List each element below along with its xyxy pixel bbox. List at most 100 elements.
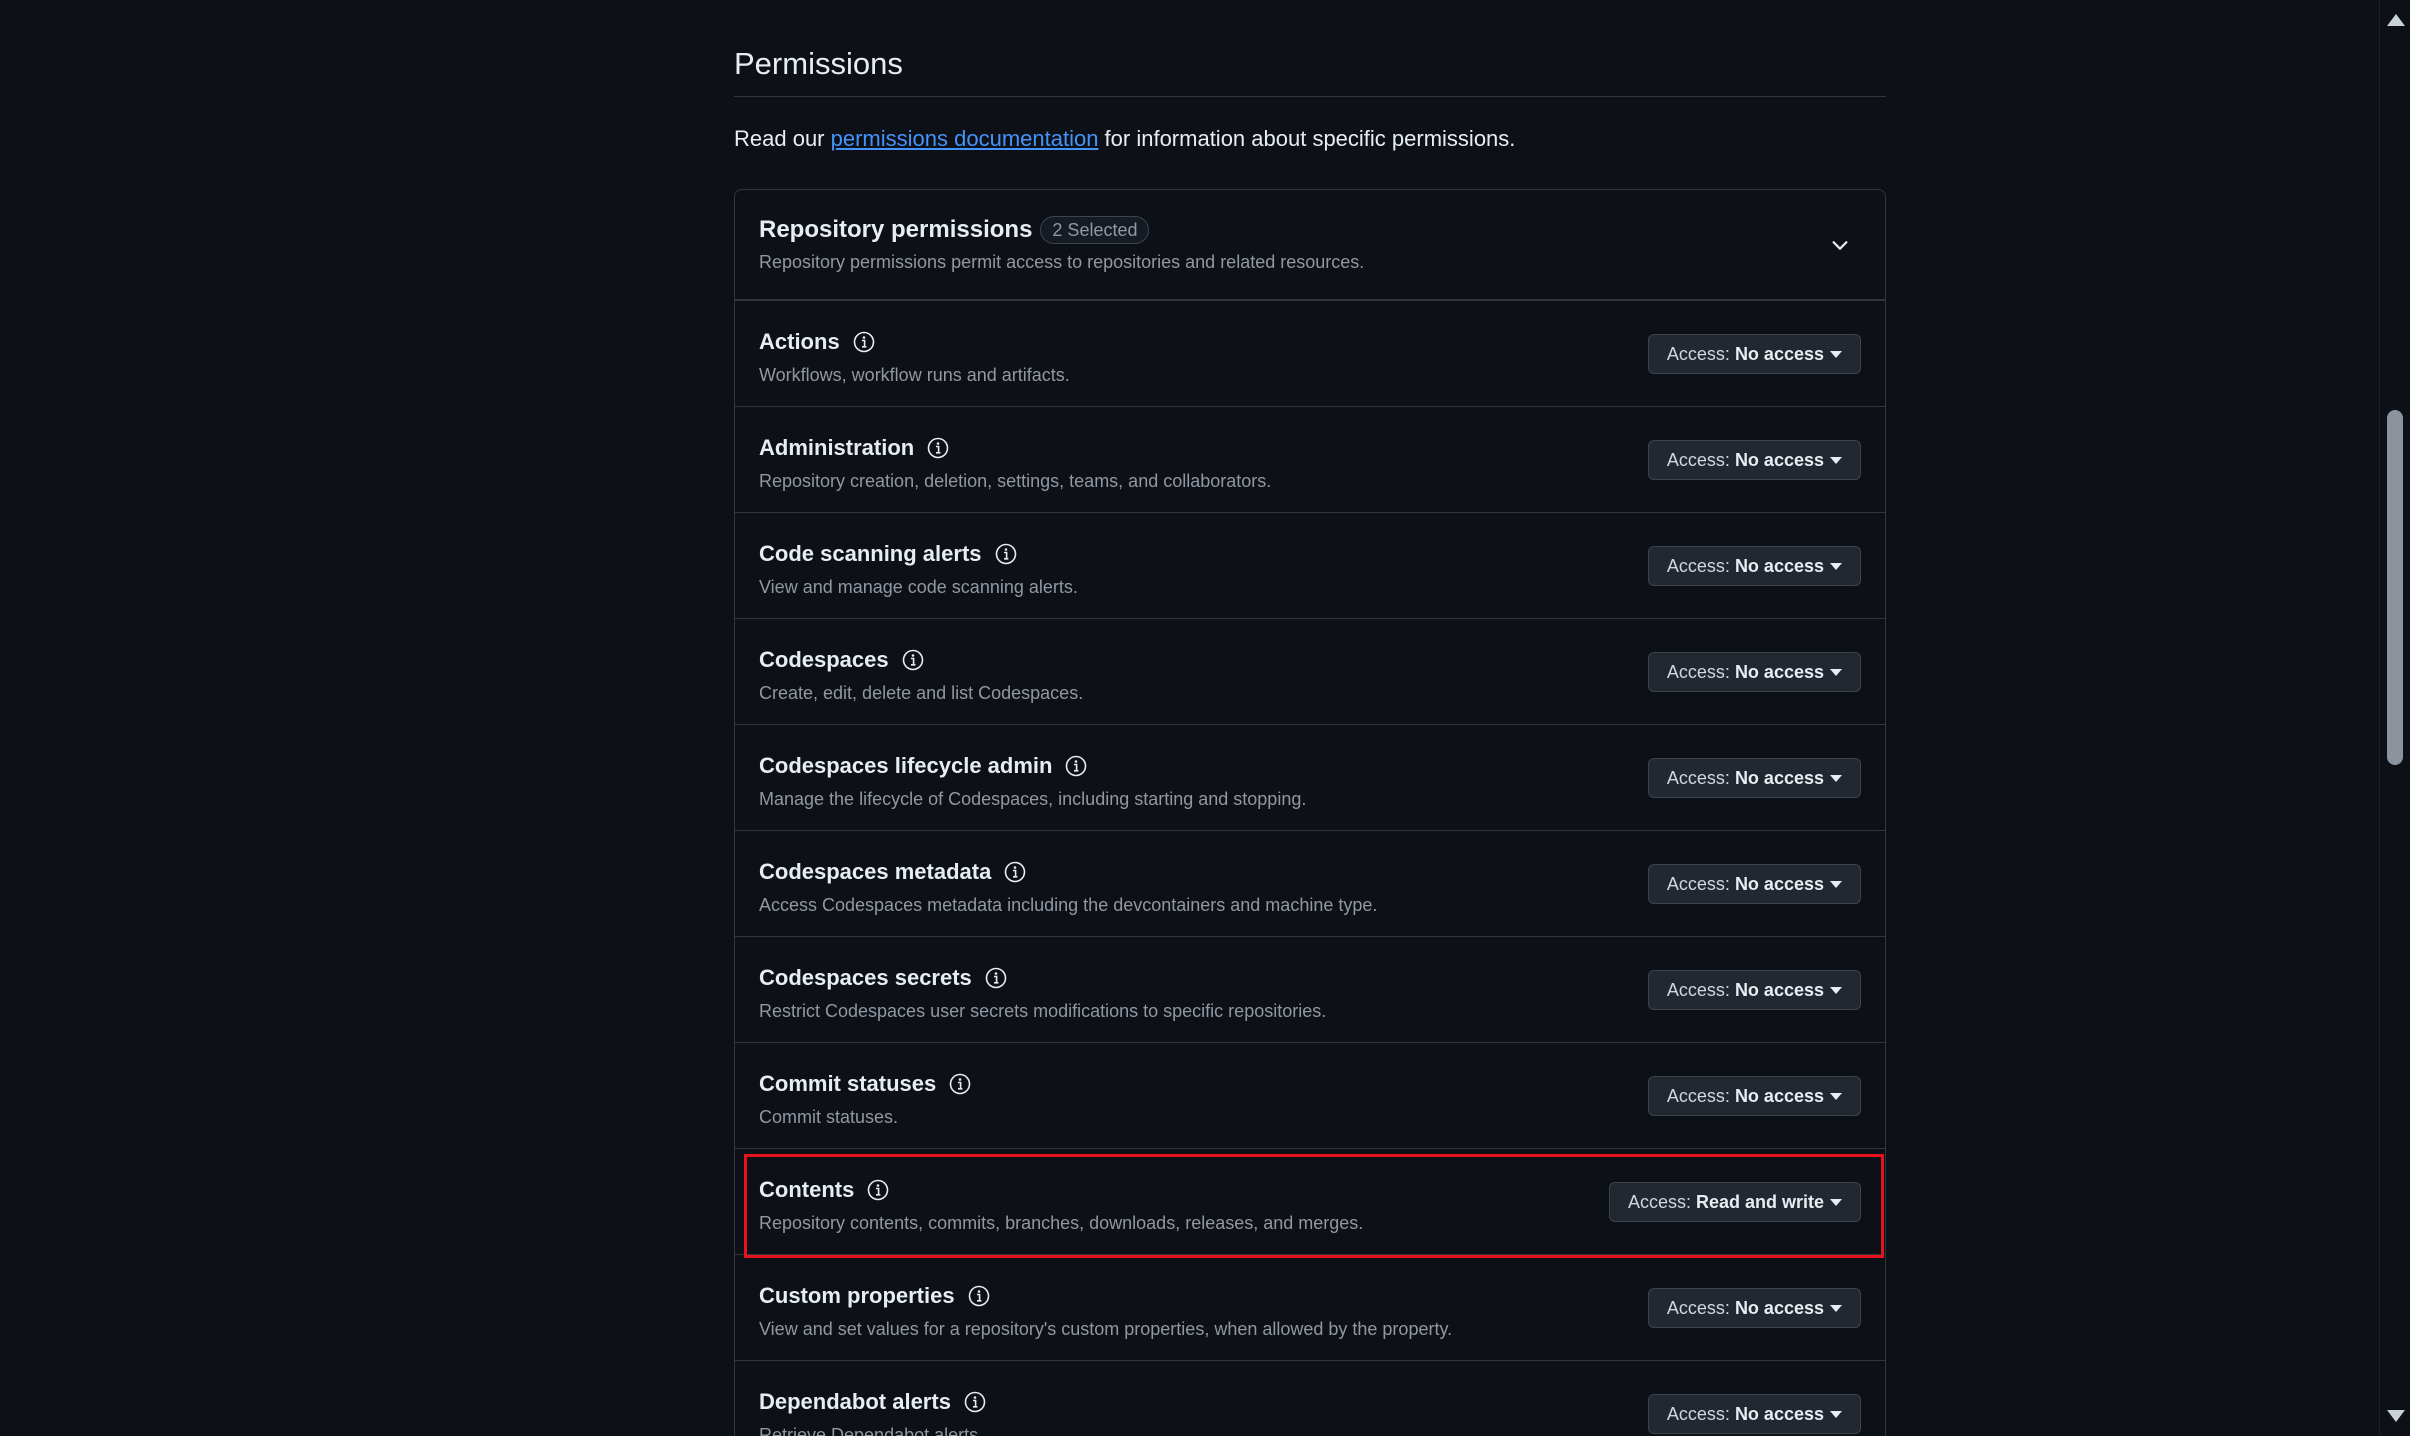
permission-name-line: Codespaces: [759, 647, 925, 673]
title-divider: [734, 96, 1886, 97]
scroll-down-arrow-icon[interactable]: [2387, 1410, 2405, 1422]
access-prefix: Access:: [1666, 661, 1730, 682]
access-prefix: Access:: [1666, 343, 1730, 364]
caret-down-icon: [1830, 668, 1842, 676]
scroll-up-arrow-icon[interactable]: [2387, 14, 2405, 26]
permission-name-line: Dependabot alerts: [759, 1389, 987, 1415]
permission-description: Retrieve Dependabot alerts.: [759, 1425, 984, 1436]
info-icon[interactable]: [994, 542, 1018, 566]
access-dropdown-button[interactable]: Access: Read and write: [1608, 1182, 1861, 1222]
access-value: No access: [1734, 1085, 1824, 1106]
info-icon[interactable]: [963, 1390, 987, 1414]
permission-name: Contents: [759, 1177, 855, 1202]
access-prefix: Access:: [1666, 1085, 1730, 1106]
permission-description: Commit statuses.: [759, 1107, 899, 1127]
section-title: Permissions: [734, 46, 903, 81]
scrollbar[interactable]: [2379, 0, 2410, 1436]
info-icon[interactable]: [967, 1284, 991, 1308]
permission-name: Custom properties: [759, 1283, 955, 1308]
permission-description: Create, edit, delete and list Codespaces…: [759, 683, 1084, 703]
intro-text: Read our permissions documentation for i…: [734, 124, 1886, 154]
info-icon[interactable]: [866, 1178, 890, 1202]
permission-list: Actions Workflows, workflow runs and art…: [735, 301, 1885, 1436]
intro-before: Read our: [734, 126, 831, 151]
permission-description: Workflows, workflow runs and artifacts.: [759, 365, 1070, 385]
access-value: No access: [1734, 555, 1824, 576]
access-dropdown-button[interactable]: Access: No access: [1647, 1076, 1861, 1116]
caret-down-icon: [1830, 1304, 1842, 1312]
selected-count-badge: 2 Selected: [1040, 216, 1150, 244]
permission-name-line: Code scanning alerts: [759, 541, 1018, 567]
permission-name-line: Actions: [759, 329, 876, 355]
info-icon[interactable]: [1003, 860, 1027, 884]
permission-name: Dependabot alerts: [759, 1389, 951, 1414]
permission-row: Actions Workflows, workflow runs and art…: [735, 301, 1885, 407]
permission-row: Administration Repository creation, dele…: [735, 407, 1885, 513]
access-dropdown-button[interactable]: Access: No access: [1647, 546, 1861, 586]
access-dropdown-button[interactable]: Access: No access: [1647, 1288, 1861, 1328]
chevron-down-icon[interactable]: [1829, 234, 1851, 256]
permission-row: Custom properties View and set values fo…: [735, 1255, 1885, 1361]
access-value: No access: [1734, 873, 1824, 894]
access-value: Read and write: [1695, 1191, 1824, 1212]
caret-down-icon: [1830, 1198, 1842, 1206]
access-value: No access: [1734, 1403, 1824, 1424]
access-dropdown-button[interactable]: Access: No access: [1647, 970, 1861, 1010]
permission-row: Code scanning alerts View and manage cod…: [735, 513, 1885, 619]
access-dropdown-button[interactable]: Access: No access: [1647, 334, 1861, 374]
info-icon[interactable]: [1064, 754, 1088, 778]
permission-name: Code scanning alerts: [759, 541, 982, 566]
permission-description: Manage the lifecycle of Codespaces, incl…: [759, 789, 1307, 809]
access-prefix: Access:: [1666, 449, 1730, 470]
access-prefix: Access:: [1666, 873, 1730, 894]
permission-name: Commit statuses: [759, 1071, 937, 1096]
caret-down-icon: [1830, 986, 1842, 994]
caret-down-icon: [1830, 350, 1842, 358]
permission-row: Codespaces Create, edit, delete and list…: [735, 619, 1885, 725]
caret-down-icon: [1830, 880, 1842, 888]
panel-title: Repository permissions: [759, 216, 1033, 243]
access-dropdown-button[interactable]: Access: No access: [1647, 1394, 1861, 1434]
scroll-thumb[interactable]: [2387, 410, 2403, 765]
caret-down-icon: [1830, 774, 1842, 782]
access-dropdown-button[interactable]: Access: No access: [1647, 758, 1861, 798]
caret-down-icon: [1830, 456, 1842, 464]
info-icon[interactable]: [926, 436, 950, 460]
permission-name: Codespaces metadata: [759, 859, 992, 884]
permission-name-line: Custom properties: [759, 1283, 991, 1309]
access-value: No access: [1734, 449, 1824, 470]
access-prefix: Access:: [1666, 767, 1730, 788]
info-icon[interactable]: [901, 648, 925, 672]
permission-description: View and manage code scanning alerts.: [759, 577, 1078, 597]
access-dropdown-button[interactable]: Access: No access: [1647, 652, 1861, 692]
permission-row: Commit statuses Commit statuses. Access:…: [735, 1043, 1885, 1149]
permission-name-line: Administration: [759, 435, 950, 461]
permission-name-line: Contents: [759, 1177, 890, 1203]
permission-row: Codespaces metadata Access Codespaces me…: [735, 831, 1885, 937]
access-prefix: Access:: [1666, 1297, 1730, 1318]
repository-permissions-header[interactable]: Repository permissions 2 Selected Reposi…: [735, 190, 1885, 301]
permission-name-line: Codespaces secrets: [759, 965, 1008, 991]
permission-description: Repository contents, commits, branches, …: [759, 1213, 1364, 1233]
caret-down-icon: [1830, 562, 1842, 570]
access-value: No access: [1734, 767, 1824, 788]
access-value: No access: [1734, 979, 1824, 1000]
permissions-documentation-link[interactable]: permissions documentation: [831, 126, 1099, 151]
caret-down-icon: [1830, 1092, 1842, 1100]
permissions-section: Permissions Read our permissions documen…: [734, 0, 1886, 1436]
access-value: No access: [1734, 1297, 1824, 1318]
access-dropdown-button[interactable]: Access: No access: [1647, 440, 1861, 480]
access-prefix: Access:: [1627, 1191, 1691, 1212]
access-prefix: Access:: [1666, 555, 1730, 576]
info-icon[interactable]: [852, 330, 876, 354]
permission-name-line: Codespaces lifecycle admin: [759, 753, 1088, 779]
panel-description: Repository permissions permit access to …: [759, 252, 1365, 272]
access-prefix: Access:: [1666, 1403, 1730, 1424]
access-dropdown-button[interactable]: Access: No access: [1647, 864, 1861, 904]
permission-name: Actions: [759, 329, 840, 354]
info-icon[interactable]: [948, 1072, 972, 1096]
permission-name-line: Commit statuses: [759, 1071, 972, 1097]
info-icon[interactable]: [984, 966, 1008, 990]
permission-description: Repository creation, deletion, settings,…: [759, 471, 1272, 491]
intro-after: for information about specific permissio…: [1098, 126, 1516, 151]
